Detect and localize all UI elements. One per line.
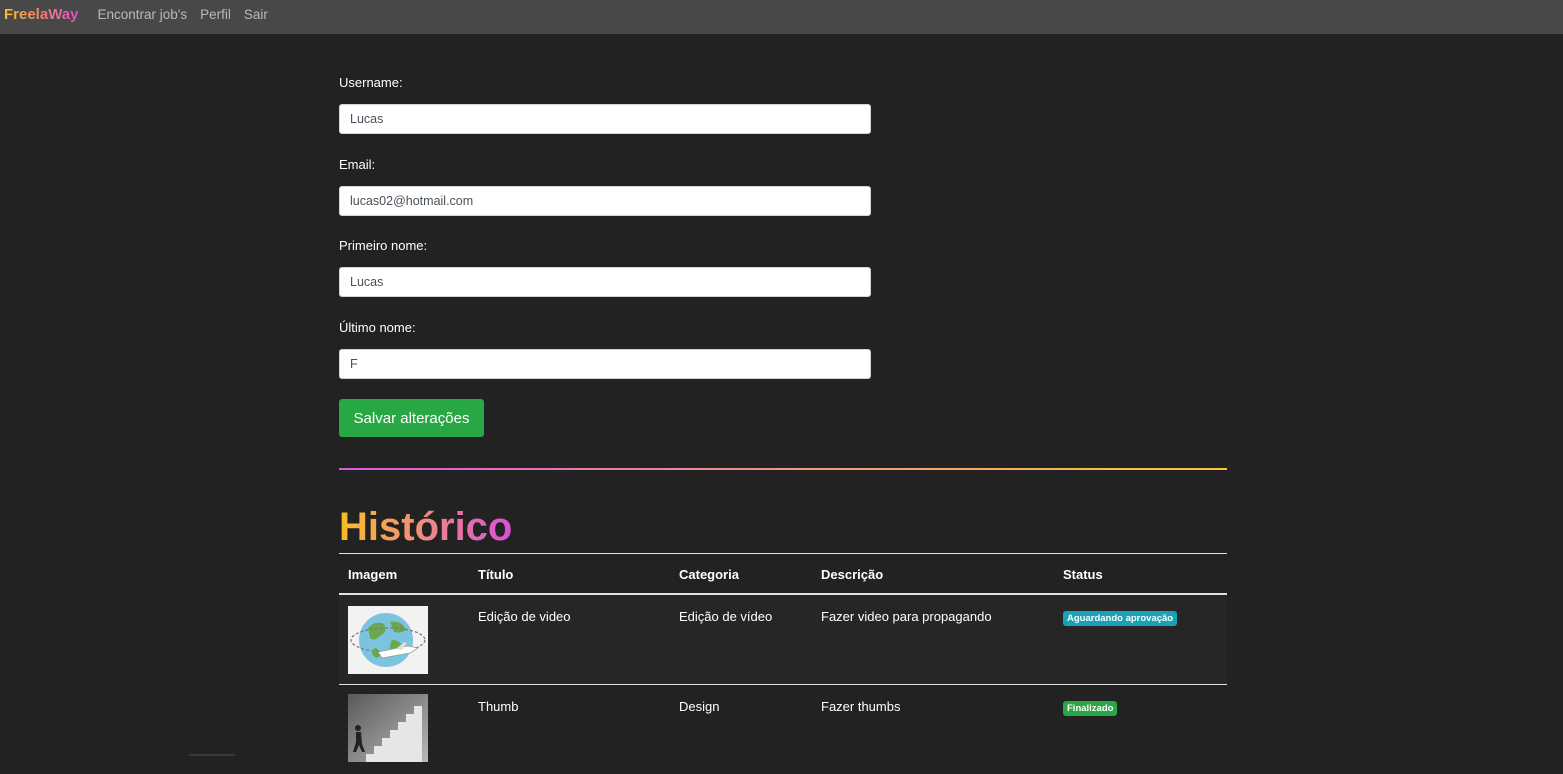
column-header-status: Status (1063, 567, 1103, 582)
row-category: Design (679, 699, 720, 714)
column-header-titulo: Título (478, 567, 514, 582)
gradient-divider (339, 468, 1227, 470)
row-description: Fazer video para propagando (821, 609, 992, 624)
column-header-categoria: Categoria (679, 567, 739, 582)
row-category: Edição de vídeo (679, 609, 773, 624)
status-badge: Aguardando aprovação (1063, 611, 1178, 626)
navbar: FreelaWay Encontrar job's Perfil Sair (0, 0, 1563, 34)
first-name-input[interactable] (339, 267, 871, 297)
column-header-imagem: Imagem (348, 567, 398, 582)
nav-link-encontrar-jobs[interactable]: Encontrar job's (97, 7, 187, 22)
row-title: Edição de video (478, 609, 571, 624)
table-row: Thumb Design Fazer thumbs Finalizado (339, 685, 1227, 774)
history-title: Histórico (339, 502, 512, 552)
table-row: Edição de video Edição de vídeo Fazer vi… (339, 595, 1227, 685)
nav-link-perfil[interactable]: Perfil (200, 7, 231, 22)
staircase-person-icon (348, 694, 428, 762)
last-name-input[interactable] (339, 349, 871, 379)
status-badge: Finalizado (1063, 701, 1118, 716)
username-input[interactable] (339, 104, 871, 134)
save-changes-button[interactable]: Salvar alterações (339, 399, 484, 437)
staircase-person-image (348, 694, 428, 762)
brand-logo[interactable]: FreelaWay (4, 6, 78, 23)
history-table: Imagem Título Categoria Descrição Status… (339, 553, 1227, 774)
column-header-descricao: Descrição (821, 567, 884, 582)
row-title: Thumb (478, 699, 519, 714)
last-name-label: Último nome: (339, 320, 416, 335)
nav-link-sair[interactable]: Sair (244, 7, 268, 22)
username-label: Username: (339, 75, 403, 90)
first-name-label: Primeiro nome: (339, 238, 428, 253)
globe-airplane-image (348, 606, 428, 674)
globe-airplane-icon (348, 606, 428, 674)
row-description: Fazer thumbs (821, 699, 901, 714)
table-header: Imagem Título Categoria Descrição Status (339, 553, 1227, 595)
email-label: Email: (339, 157, 376, 172)
email-input[interactable] (339, 186, 871, 216)
